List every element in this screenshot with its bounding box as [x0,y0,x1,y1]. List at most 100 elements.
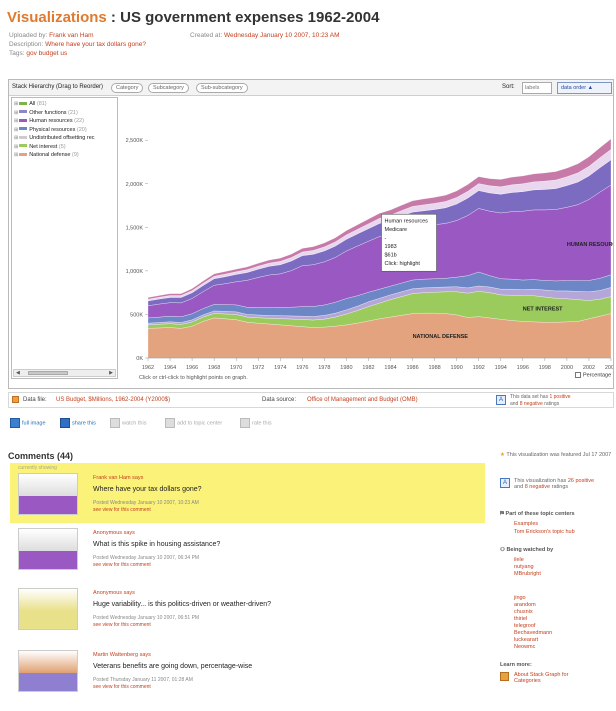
comment-view-link[interactable]: see view for this comment [93,684,151,690]
watcher-link[interactable]: arandom [514,602,536,608]
tree-item[interactable]: ⊞ Human resources (22) [14,118,84,124]
series-label: NATIONAL DEFENSE [413,334,469,340]
y-tick-label: 1,500K [126,225,144,231]
y-tick-label: 2,000K [126,182,144,188]
x-tick-label: 1986 [406,365,418,371]
data-source-link[interactable]: Office of Management and Budget (OMB) [307,397,418,403]
expand-icon[interactable]: ⊞ [14,118,18,124]
watcher-link[interactable]: MBrubright [514,571,541,577]
series-swatch [19,110,28,114]
sort-data-order-button[interactable]: data order ▲ [557,82,612,94]
watcher-link[interactable]: thiriel [514,616,527,622]
rated-negative[interactable]: 8 negative [525,484,550,490]
tags-row: Tags: gov budget us [9,50,67,57]
share-button[interactable]: share this [60,418,96,428]
comment-item[interactable]: currently showing Frank van Ham says Where… [10,463,485,523]
comment-item[interactable]: Martin Wattenberg says Veterans benefits … [10,640,485,700]
watcher-link[interactable]: luckearart [514,637,538,643]
positive-count[interactable]: 1 positive [549,394,570,400]
add-to-topic-button[interactable]: add to topic center [165,418,222,428]
comment-thumbnail[interactable] [18,473,78,515]
comment-text: Veterans benefits are going down, percen… [93,663,253,670]
comment-thumbnail[interactable] [18,528,78,570]
subcategory-pill[interactable]: Subcategory [148,83,189,93]
comment-text: Huge variability... is this politics-dri… [93,601,272,608]
x-tick-label: 2004 [605,365,613,371]
watcher-link[interactable]: chusnix [514,609,533,615]
watcher-link[interactable]: nutyang [514,564,534,570]
comment-view-link[interactable]: see view for this comment [93,507,151,513]
x-tick-label: 1964 [164,365,176,371]
watcher-link[interactable]: ilele [514,557,524,563]
learn-more-heading: Learn more: [500,662,532,668]
scroll-thumb[interactable] [28,371,68,375]
comment-date: Posted Thursday January 11 2007, 01:28 A… [93,677,193,683]
negative-count[interactable]: 8 negative [520,401,543,407]
x-tick-label: 2000 [561,365,573,371]
expand-icon[interactable]: ⊞ [14,127,18,133]
tree-item-count: (22) [72,118,84,124]
tree-item[interactable]: ⊞ Net interest (5) [14,144,66,150]
uploader-link[interactable]: Frank van Ham [49,32,93,39]
x-tick-label: 1978 [318,365,330,371]
comment-author[interactable]: Frank van Ham says [93,475,143,481]
currently-showing-label: currently showing [18,465,57,471]
watcher-link[interactable]: jingo [514,595,526,601]
x-tick-label: 1992 [473,365,485,371]
sort-labels-button[interactable]: labels [522,82,552,94]
stacked-area-chart[interactable]: 0K 500K 1,000K 1,500K 2,000K 2,500K NATIONAL D… [121,97,613,379]
expand-icon[interactable]: ⊞ [14,101,18,107]
scroll-left-icon[interactable]: ◀ [16,370,20,376]
topic-center-link[interactable]: Tom Erickson's topic hub [514,529,575,535]
percentage-toggle[interactable]: Percentage [575,372,611,378]
rate-button[interactable]: rate this [240,418,272,428]
comments-heading: Comments (44) [8,451,74,461]
comment-item[interactable]: Anonymous says What is this spike in hous… [10,518,485,578]
expand-icon[interactable]: ⊞ [14,144,18,150]
series-swatch [19,135,28,139]
tooltip-line: 1983 [385,244,397,250]
tree-item-label: Human resources [29,118,73,124]
scroll-right-icon[interactable]: ▶ [109,370,113,376]
tree-item-count: (21) [66,109,78,116]
rating-text-c: ratings [544,401,560,407]
tags-link[interactable]: gov budget us [26,50,67,57]
rate-icon [240,418,250,428]
breadcrumb-visualizations[interactable]: Visualizations [7,9,107,26]
comment-text: What is this spike in housing assistance… [93,541,221,548]
tree-horizontal-scrollbar[interactable]: ◀ ▶ [13,369,116,377]
comment-view-link[interactable]: see view for this comment [93,622,151,628]
comment-item[interactable]: Anonymous says Huge variability... is thi… [10,578,485,638]
watcher-link[interactable]: Neowmc [514,644,535,650]
rated-positive[interactable]: 26 positive [568,478,594,484]
tree-item[interactable]: ⊞ Other functions (21) [14,110,78,116]
comment-author[interactable]: Anonymous says [93,590,135,596]
tree-item[interactable]: ⊞ National defense (9) [14,152,79,158]
percentage-checkbox[interactable] [575,372,581,378]
expand-icon[interactable]: ⊞ [14,152,18,158]
tree-item[interactable]: ⊞ Physical resources (20) [14,127,87,133]
series-label: NET INTEREST [523,307,563,313]
comment-thumbnail[interactable] [18,588,78,630]
comment-author[interactable]: Martin Wattenberg says [93,652,151,658]
tree-item-count: (9) [70,152,79,158]
watcher-link[interactable]: telegroof [514,623,535,629]
comment-view-link[interactable]: see view for this comment [93,562,151,568]
category-pill[interactable]: Category [111,83,144,93]
full-image-icon [10,418,20,428]
watcher-link[interactable]: Bechavedmann [514,630,552,636]
learn-more-link[interactable]: About Stack Graph for Categories [500,672,585,684]
full-image-button[interactable]: full image [10,418,46,428]
stack-toolbar: Stack Hierarchy (Drag to Reorder) Catego… [9,80,613,96]
expand-icon[interactable]: ⊞ [14,135,18,141]
comment-author[interactable]: Anonymous says [93,530,135,536]
watch-button[interactable]: watch this [110,418,146,428]
tree-item[interactable]: ⊞ Undistributed offsetting rec [14,135,95,141]
data-file-link[interactable]: US Budget, $Millions, 1962-2004 (Y2000$) [56,397,170,403]
expand-icon[interactable]: ⊞ [14,110,18,116]
topic-center-link[interactable]: Examples [514,521,538,527]
tooltip-line: Human resources [385,218,429,224]
subsubcategory-pill[interactable]: Sub-subcategory [196,83,248,93]
comment-thumbnail[interactable] [18,650,78,692]
tree-item[interactable]: ⊞ All (81) [14,101,47,107]
